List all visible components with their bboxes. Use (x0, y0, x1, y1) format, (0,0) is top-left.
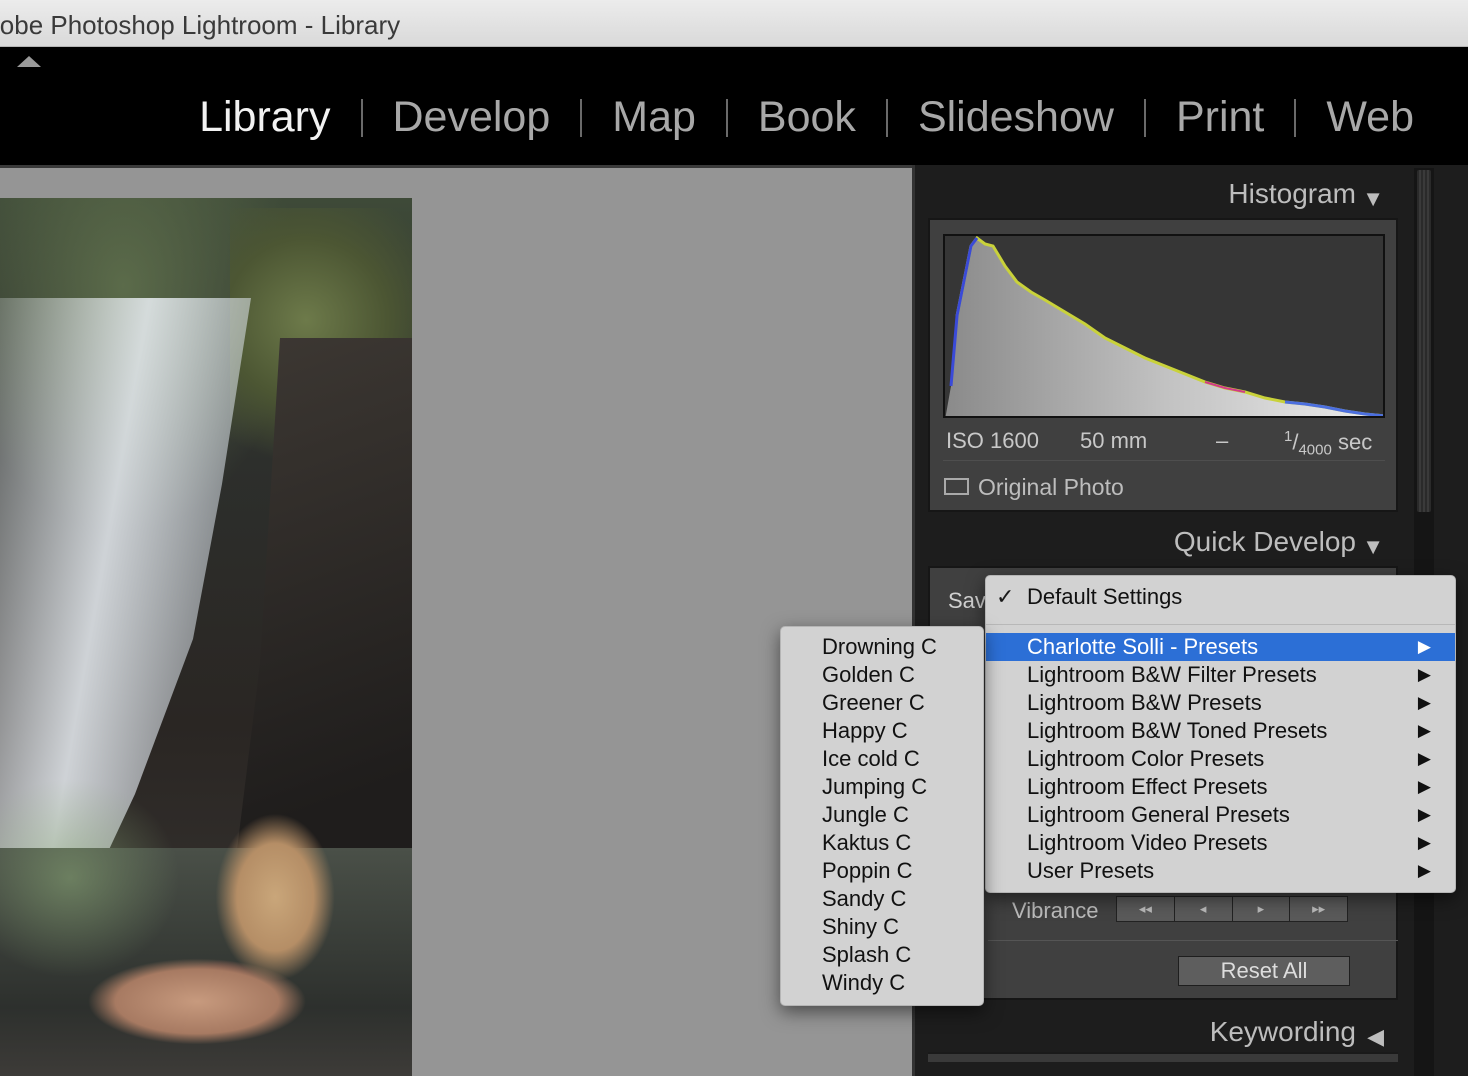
original-photo-label: Original Photo (978, 474, 1124, 500)
submenu-item-happy[interactable]: Happy C (781, 717, 983, 745)
quick-develop-header[interactable]: Quick Develop ▼ (920, 518, 1410, 564)
window-title: lobe Photoshop Lightroom - Library (0, 10, 401, 40)
next-panel-edge (928, 1052, 1398, 1062)
quick-develop-divider (988, 940, 1398, 941)
vibrance-decrease-large-button[interactable]: ◂◂ (1117, 897, 1175, 921)
menu-item-label: Lightroom B&W Toned Presets (1027, 718, 1328, 743)
menu-item-bw-filter-presets[interactable]: Lightroom B&W Filter Presets ▶ (986, 661, 1455, 689)
vibrance-increase-button[interactable]: ▸ (1232, 897, 1291, 921)
submenu-item-windy[interactable]: Windy C (781, 969, 983, 997)
histogram-graph[interactable] (943, 234, 1385, 418)
panel-scrollbar-thumb[interactable] (1417, 170, 1431, 512)
menu-item-bw-presets[interactable]: Lightroom B&W Presets ▶ (986, 689, 1455, 717)
menu-item-label: User Presets (1027, 858, 1155, 883)
module-book[interactable]: Book (728, 93, 886, 142)
menu-item-label: Default Settings (1027, 584, 1183, 609)
menu-item-user-presets[interactable]: User Presets ▶ (986, 857, 1455, 885)
window-titlebar: lobe Photoshop Lightroom - Library (0, 0, 1468, 47)
triangle-down-icon[interactable]: ▼ (1362, 186, 1384, 212)
menu-item-default-settings[interactable]: ✓ Default Settings (986, 580, 1455, 612)
submenu-arrow-icon: ▶ (1417, 721, 1431, 740)
exif-shutter: 1/4000 sec (1284, 428, 1373, 459)
keywording-header[interactable]: Keywording ◀ (920, 1008, 1410, 1054)
submenu-item-sandy[interactable]: Sandy C (781, 885, 983, 913)
module-picker: Library Develop Map Book Slideshow Print… (0, 47, 1468, 165)
submenu-arrow-icon: ▶ (1417, 693, 1431, 712)
submenu-item-kaktus[interactable]: Kaktus C (781, 829, 983, 857)
exif-focal-length: 50 mm (1080, 428, 1148, 453)
vibrance-decrease-button[interactable]: ◂ (1174, 897, 1233, 921)
module-list: Library Develop Map Book Slideshow Print… (169, 93, 1444, 142)
submenu-item-ice-cold[interactable]: Ice cold C (781, 745, 983, 773)
submenu-item-shiny[interactable]: Shiny C (781, 913, 983, 941)
menu-item-label: Lightroom Color Presets (1027, 746, 1265, 771)
submenu-item-splash[interactable]: Splash C (781, 941, 983, 969)
loupe-top-border (0, 165, 912, 168)
histogram-divider (943, 460, 1385, 461)
charlotte-solli-submenu: Drowning C Golden C Greener C Happy C Ic… (780, 626, 984, 1006)
keywording-title: Keywording (1209, 1016, 1356, 1047)
menu-item-bw-toned-presets[interactable]: Lightroom B&W Toned Presets ▶ (986, 717, 1455, 745)
submenu-item-golden[interactable]: Golden C (781, 661, 983, 689)
saved-preset-label: Sav (948, 588, 986, 613)
submenu-arrow-icon: ▶ (1417, 665, 1431, 684)
vibrance-increase-large-button[interactable]: ▸▸ (1290, 897, 1347, 921)
photo-preview[interactable] (0, 198, 412, 1076)
preset-dropdown-menu: ✓ Default Settings Charlotte Solli - Pre… (985, 575, 1456, 893)
menu-item-label: Lightroom B&W Filter Presets (1027, 662, 1317, 687)
triangle-up-icon[interactable] (17, 56, 41, 67)
submenu-item-jumping[interactable]: Jumping C (781, 773, 983, 801)
menu-item-label: Lightroom Video Presets (1027, 830, 1268, 855)
menu-item-label: Lightroom Effect Presets (1027, 774, 1268, 799)
menu-item-color-presets[interactable]: Lightroom Color Presets ▶ (986, 745, 1455, 773)
submenu-arrow-icon: ▶ (1417, 833, 1431, 852)
exif-aperture: – (1216, 428, 1229, 453)
original-photo-checkbox[interactable] (944, 478, 969, 495)
submenu-arrow-icon: ▶ (1417, 805, 1431, 824)
menu-item-video-presets[interactable]: Lightroom Video Presets ▶ (986, 829, 1455, 857)
menu-item-general-presets[interactable]: Lightroom General Presets ▶ (986, 801, 1455, 829)
module-web[interactable]: Web (1296, 93, 1444, 142)
menu-item-charlotte-solli-presets[interactable]: Charlotte Solli - Presets ▶ (986, 633, 1455, 661)
triangle-left-icon[interactable]: ◀ (1367, 1024, 1384, 1050)
submenu-arrow-icon: ▶ (1417, 861, 1431, 880)
checkmark-icon: ✓ (996, 584, 1015, 609)
histogram-panel: ISO 1600 50 mm – 1/4000 sec Original Pho… (928, 218, 1398, 512)
submenu-item-drowning[interactable]: Drowning C (781, 633, 983, 661)
submenu-item-greener[interactable]: Greener C (781, 689, 983, 717)
submenu-arrow-icon: ▶ (1417, 777, 1431, 796)
menu-item-effect-presets[interactable]: Lightroom Effect Presets ▶ (986, 773, 1455, 801)
vibrance-stepper: ◂◂ ◂ ▸ ▸▸ (1116, 896, 1348, 922)
submenu-item-poppin[interactable]: Poppin C (781, 857, 983, 885)
module-library[interactable]: Library (169, 93, 360, 142)
reset-all-button[interactable]: Reset All (1178, 956, 1350, 986)
triangle-down-icon[interactable]: ▼ (1362, 534, 1384, 560)
histogram-title: Histogram (1228, 178, 1356, 209)
exif-iso: ISO 1600 (946, 428, 1039, 453)
menu-separator (986, 624, 1455, 625)
histogram-plot (945, 236, 1383, 416)
menu-item-label: Lightroom B&W Presets (1027, 690, 1262, 715)
menu-item-label: Charlotte Solli - Presets (1027, 634, 1259, 659)
submenu-arrow-icon: ▶ (1417, 749, 1431, 768)
quick-develop-title: Quick Develop (1173, 526, 1356, 557)
menu-item-label: Lightroom General Presets (1027, 802, 1290, 827)
module-develop[interactable]: Develop (363, 93, 581, 142)
module-map[interactable]: Map (582, 93, 726, 142)
submenu-arrow-icon: ▶ (1417, 637, 1431, 656)
module-slideshow[interactable]: Slideshow (888, 93, 1144, 142)
vibrance-label: Vibrance (1012, 898, 1099, 923)
loupe-view[interactable] (0, 165, 912, 1076)
module-print[interactable]: Print (1146, 93, 1294, 142)
submenu-item-jungle[interactable]: Jungle C (781, 801, 983, 829)
histogram-header[interactable]: Histogram ▼ (920, 170, 1410, 216)
